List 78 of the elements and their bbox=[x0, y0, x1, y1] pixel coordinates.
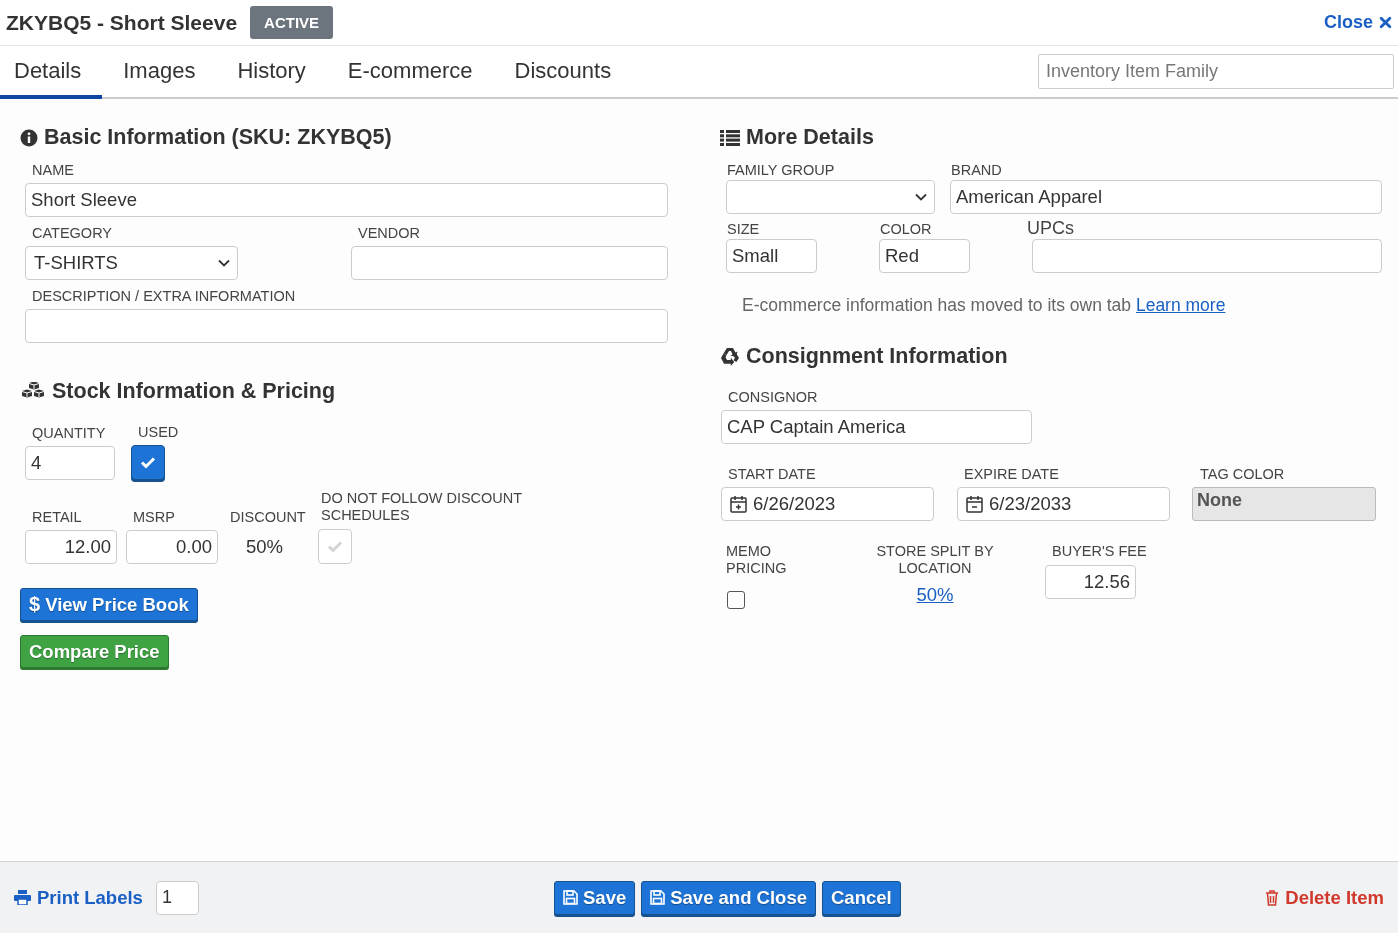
trash-icon bbox=[1265, 889, 1280, 906]
printer-icon bbox=[14, 890, 31, 905]
expire-date-field[interactable]: 6/23/2033 bbox=[957, 487, 1170, 521]
save-and-close-button[interactable]: Save and Close bbox=[641, 880, 816, 915]
tab[interactable]: Images bbox=[102, 46, 217, 99]
name-field[interactable]: Short Sleeve bbox=[25, 183, 668, 217]
discount-value: 50% bbox=[246, 535, 285, 559]
list-icon bbox=[720, 129, 740, 146]
retail-price-field[interactable]: 12.00 bbox=[25, 530, 117, 564]
section-heading: More Details bbox=[746, 125, 874, 150]
item-title: ZKYBQ5 - Short Sleeve bbox=[6, 10, 238, 35]
tab[interactable]: E-commerce bbox=[326, 46, 494, 99]
field-label: DO NOT FOLLOW DISCOUNT SCHEDULES bbox=[321, 490, 523, 524]
memo-pricing-checkbox[interactable] bbox=[727, 591, 745, 609]
field-label: USED bbox=[138, 424, 179, 440]
ecommerce-note: E-commerce information has moved to its own tab Learn more bbox=[742, 295, 1227, 316]
quantity-field[interactable]: 4 bbox=[25, 446, 115, 480]
section-heading: Basic Information (SKU: ZKYBQ5) bbox=[44, 125, 392, 150]
field-label: UPCs bbox=[1027, 218, 1075, 239]
used-checkbox[interactable] bbox=[131, 445, 165, 480]
brand-field[interactable]: American Apparel bbox=[950, 180, 1382, 214]
label-count-field[interactable]: 1 bbox=[155, 880, 199, 915]
field-label: VENDOR bbox=[358, 225, 422, 241]
learn-more-link[interactable]: Learn more bbox=[1135, 295, 1226, 315]
field-label: COLOR bbox=[880, 221, 933, 237]
field-label: FAMILY GROUP bbox=[727, 162, 836, 178]
field-label: MSRP bbox=[133, 509, 176, 525]
field-label: BRAND bbox=[951, 162, 1003, 178]
tab[interactable]: Discounts bbox=[493, 46, 633, 99]
start-date-field[interactable]: 6/26/2023 bbox=[721, 487, 934, 521]
field-label: DISCOUNT bbox=[230, 509, 307, 525]
store-split-link[interactable]: 50% bbox=[916, 584, 954, 606]
recycle-icon bbox=[720, 347, 740, 366]
field-label: BUYER'S FEE bbox=[1052, 543, 1147, 560]
upcs-field[interactable] bbox=[1032, 239, 1382, 273]
discount-schedule-checkbox[interactable] bbox=[318, 529, 352, 564]
chevron-down-icon bbox=[218, 259, 230, 267]
field-label: RETAIL bbox=[32, 509, 83, 525]
tab[interactable]: History bbox=[216, 46, 327, 99]
msrp-field[interactable]: 0.00 bbox=[126, 530, 218, 564]
field-label: EXPIRE DATE bbox=[964, 466, 1060, 482]
description-field[interactable] bbox=[25, 309, 668, 343]
info-icon bbox=[20, 128, 38, 147]
tab[interactable]: Details bbox=[0, 46, 103, 99]
section-heading: Consignment Information bbox=[746, 344, 1008, 369]
field-label: QUANTITY bbox=[32, 425, 107, 441]
field-label: TAG COLOR bbox=[1200, 466, 1286, 482]
save-button[interactable]: Save bbox=[554, 880, 636, 915]
checkmark-icon bbox=[327, 540, 343, 553]
field-label: NAME bbox=[32, 162, 75, 178]
tag-color-dropdown[interactable]: None bbox=[1192, 487, 1376, 521]
calendar-plus-icon bbox=[730, 495, 747, 513]
close-icon bbox=[1379, 16, 1392, 29]
vendor-field[interactable] bbox=[351, 246, 668, 280]
field-label: STORE SPLIT BY LOCATION bbox=[875, 543, 995, 577]
consignor-field[interactable]: CAP Captain America bbox=[721, 410, 1032, 444]
close-button[interactable]: Close bbox=[1323, 12, 1392, 33]
field-label: CATEGORY bbox=[32, 225, 114, 241]
size-field[interactable]: Small bbox=[726, 239, 817, 273]
field-label: MEMO PRICING bbox=[726, 543, 788, 577]
buyers-fee-field[interactable]: 12.56 bbox=[1045, 565, 1136, 599]
delete-item-button[interactable]: Delete Item bbox=[1265, 886, 1384, 909]
view-price-book-button[interactable]: $ View Price Book bbox=[20, 588, 198, 621]
checkmark-icon bbox=[140, 456, 156, 469]
field-label: CONSIGNOR bbox=[728, 389, 819, 405]
section-heading: Stock Information & Pricing bbox=[52, 379, 336, 404]
family-group-dropdown[interactable] bbox=[726, 180, 935, 214]
field-label: START DATE bbox=[728, 466, 817, 482]
cancel-button[interactable]: Cancel bbox=[822, 880, 901, 915]
field-label: SIZE bbox=[727, 221, 761, 237]
chevron-down-icon bbox=[915, 193, 927, 201]
field-label: DESCRIPTION / EXTRA INFORMATION bbox=[32, 288, 297, 304]
category-dropdown[interactable]: T-SHIRTS bbox=[25, 246, 238, 280]
calendar-minus-icon bbox=[966, 495, 983, 513]
status-badge: ACTIVE bbox=[250, 6, 334, 39]
color-field[interactable]: Red bbox=[879, 239, 970, 273]
search-field[interactable]: Inventory Item Family bbox=[1038, 54, 1394, 89]
print-labels-button[interactable]: Print Labels bbox=[14, 886, 143, 909]
